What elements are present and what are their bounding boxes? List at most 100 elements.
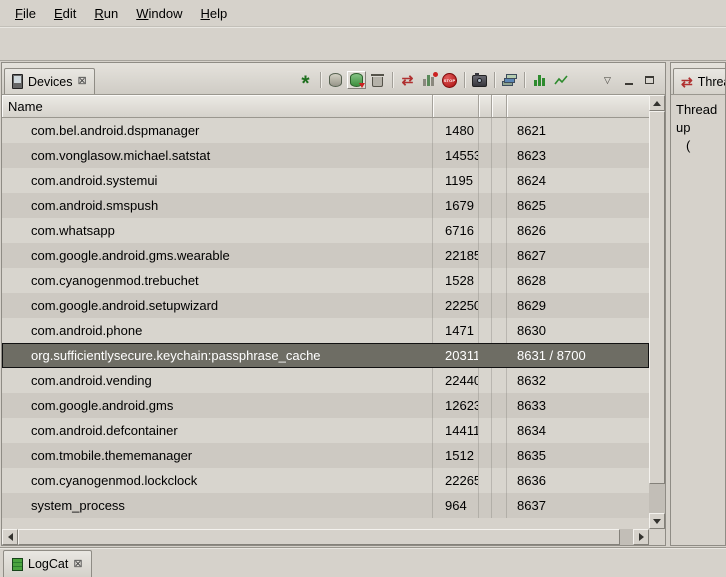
process-row[interactable]: com.whatsapp 6716 8626	[2, 218, 649, 243]
vertical-scrollbar[interactable]	[649, 95, 665, 529]
threads-tabbar: ⇄ Threads ⊠	[671, 63, 725, 95]
network-stats-icon[interactable]	[551, 71, 570, 89]
process-row[interactable]: system_process 964 8637	[2, 493, 649, 518]
process-row[interactable]: com.tmobile.thememanager 1512 8635	[2, 443, 649, 468]
threads-icon: ⇄	[681, 75, 693, 89]
column-header-pid[interactable]	[433, 95, 479, 117]
scroll-left-icon[interactable]	[2, 529, 18, 545]
process-row[interactable]: com.android.defcontainer 14411 8634	[2, 418, 649, 443]
close-icon[interactable]: ⊠	[73, 559, 82, 570]
device-table: Name com.bel.android.dspmanager 1480 862…	[2, 95, 665, 545]
process-port: 8630	[507, 318, 649, 343]
threads-message: Thread up (	[671, 95, 725, 161]
vertical-scroll-track[interactable]	[649, 484, 665, 513]
process-pid: 14411	[433, 418, 479, 443]
process-pid: 1480	[433, 118, 479, 143]
process-port: 8637	[507, 493, 649, 518]
process-port: 8625	[507, 193, 649, 218]
column-header-port[interactable]	[507, 95, 649, 117]
devices-toolbar: * ⇄ STOP ▽	[296, 71, 663, 94]
process-name: com.cyanogenmod.trebuchet	[2, 268, 433, 293]
menu-help[interactable]: Help	[191, 3, 236, 24]
process-status-cell	[479, 143, 492, 168]
process-port: 8627	[507, 243, 649, 268]
process-row[interactable]: com.android.smspush 1679 8625	[2, 193, 649, 218]
process-row[interactable]: com.bel.android.dspmanager 1480 8621	[2, 118, 649, 143]
process-heap-cell	[492, 293, 507, 318]
main-toolbar	[0, 26, 726, 61]
tab-threads[interactable]: ⇄ Threads ⊠	[673, 68, 726, 94]
process-row[interactable]: com.google.android.gms 12623 8633	[2, 393, 649, 418]
column-header-status[interactable]	[479, 95, 492, 117]
scroll-up-icon[interactable]	[649, 95, 665, 111]
horizontal-scrollbar[interactable]	[2, 529, 649, 545]
process-port: 8633	[507, 393, 649, 418]
process-pid: 14553	[433, 143, 479, 168]
process-pid: 964	[433, 493, 479, 518]
process-status-cell	[479, 168, 492, 193]
process-heap-cell	[492, 143, 507, 168]
process-name: com.android.systemui	[2, 168, 433, 193]
process-pid: 1679	[433, 193, 479, 218]
update-heap-icon[interactable]	[326, 71, 345, 89]
process-row[interactable]: com.cyanogenmod.lockclock 22265 8636	[2, 468, 649, 493]
process-pid: 12623	[433, 393, 479, 418]
vertical-scroll-thumb[interactable]	[649, 111, 665, 484]
logcat-icon	[12, 558, 23, 571]
process-status-cell	[479, 268, 492, 293]
menu-window[interactable]: Window	[127, 3, 191, 24]
process-name: com.android.defcontainer	[2, 418, 433, 443]
devices-tabbar: Devices ⊠ * ⇄ STOP	[2, 63, 665, 95]
scroll-right-icon[interactable]	[633, 529, 649, 545]
tab-logcat[interactable]: LogCat ⊠	[3, 550, 92, 577]
process-row[interactable]: org.sufficientlysecure.keychain:passphra…	[2, 343, 649, 368]
start-method-profiling-icon[interactable]	[419, 71, 438, 89]
capture-system-info-icon[interactable]	[500, 71, 519, 89]
process-heap-cell	[492, 168, 507, 193]
scroll-down-icon[interactable]	[649, 513, 665, 529]
stop-process-icon[interactable]: STOP	[440, 71, 459, 89]
column-header-name[interactable]: Name	[2, 95, 433, 117]
process-row[interactable]: com.cyanogenmod.trebuchet 1528 8628	[2, 268, 649, 293]
debug-process-icon[interactable]: *	[296, 71, 315, 89]
scrollbar-corner	[649, 529, 665, 545]
update-threads-icon[interactable]: ⇄	[398, 71, 417, 89]
close-icon[interactable]: ⊠	[77, 76, 86, 87]
logcat-strip: LogCat ⊠	[0, 547, 726, 577]
process-pid: 22250	[433, 293, 479, 318]
horizontal-scroll-track[interactable]	[620, 529, 633, 545]
menu-run[interactable]: Run	[85, 3, 127, 24]
process-name: com.google.android.setupwizard	[2, 293, 433, 318]
process-row[interactable]: com.android.vending 22440 8632	[2, 368, 649, 393]
menu-edit[interactable]: Edit	[45, 3, 85, 24]
screen-capture-icon[interactable]	[470, 71, 489, 89]
process-row[interactable]: com.vonglasow.michael.satstat 14553 8623	[2, 143, 649, 168]
dump-hprof-icon[interactable]	[347, 71, 366, 89]
process-pid: 22185	[433, 243, 479, 268]
process-status-cell	[479, 393, 492, 418]
process-name: com.google.android.gms.wearable	[2, 243, 433, 268]
minimize-icon[interactable]	[619, 71, 638, 89]
tab-devices[interactable]: Devices ⊠	[4, 68, 95, 94]
maximize-icon[interactable]	[640, 71, 659, 89]
process-port: 8636	[507, 468, 649, 493]
horizontal-scroll-thumb[interactable]	[18, 529, 620, 545]
toolbar-separator	[320, 72, 321, 88]
process-name: com.bel.android.dspmanager	[2, 118, 433, 143]
process-pid: 22265	[433, 468, 479, 493]
start-opengl-trace-icon[interactable]	[530, 71, 549, 89]
process-status-cell	[479, 468, 492, 493]
view-menu-icon[interactable]: ▽	[598, 71, 617, 89]
cause-gc-icon[interactable]	[368, 71, 387, 89]
process-heap-cell	[492, 468, 507, 493]
process-port: 8626	[507, 218, 649, 243]
process-row[interactable]: com.android.phone 1471 8630	[2, 318, 649, 343]
process-row[interactable]: com.google.android.setupwizard 22250 862…	[2, 293, 649, 318]
menu-file[interactable]: File	[6, 3, 45, 24]
process-row[interactable]: com.android.systemui 1195 8624	[2, 168, 649, 193]
column-header-heap[interactable]	[492, 95, 507, 117]
process-port: 8628	[507, 268, 649, 293]
process-heap-cell	[492, 493, 507, 518]
process-row[interactable]: com.google.android.gms.wearable 22185 86…	[2, 243, 649, 268]
process-name: org.sufficientlysecure.keychain:passphra…	[2, 343, 433, 368]
